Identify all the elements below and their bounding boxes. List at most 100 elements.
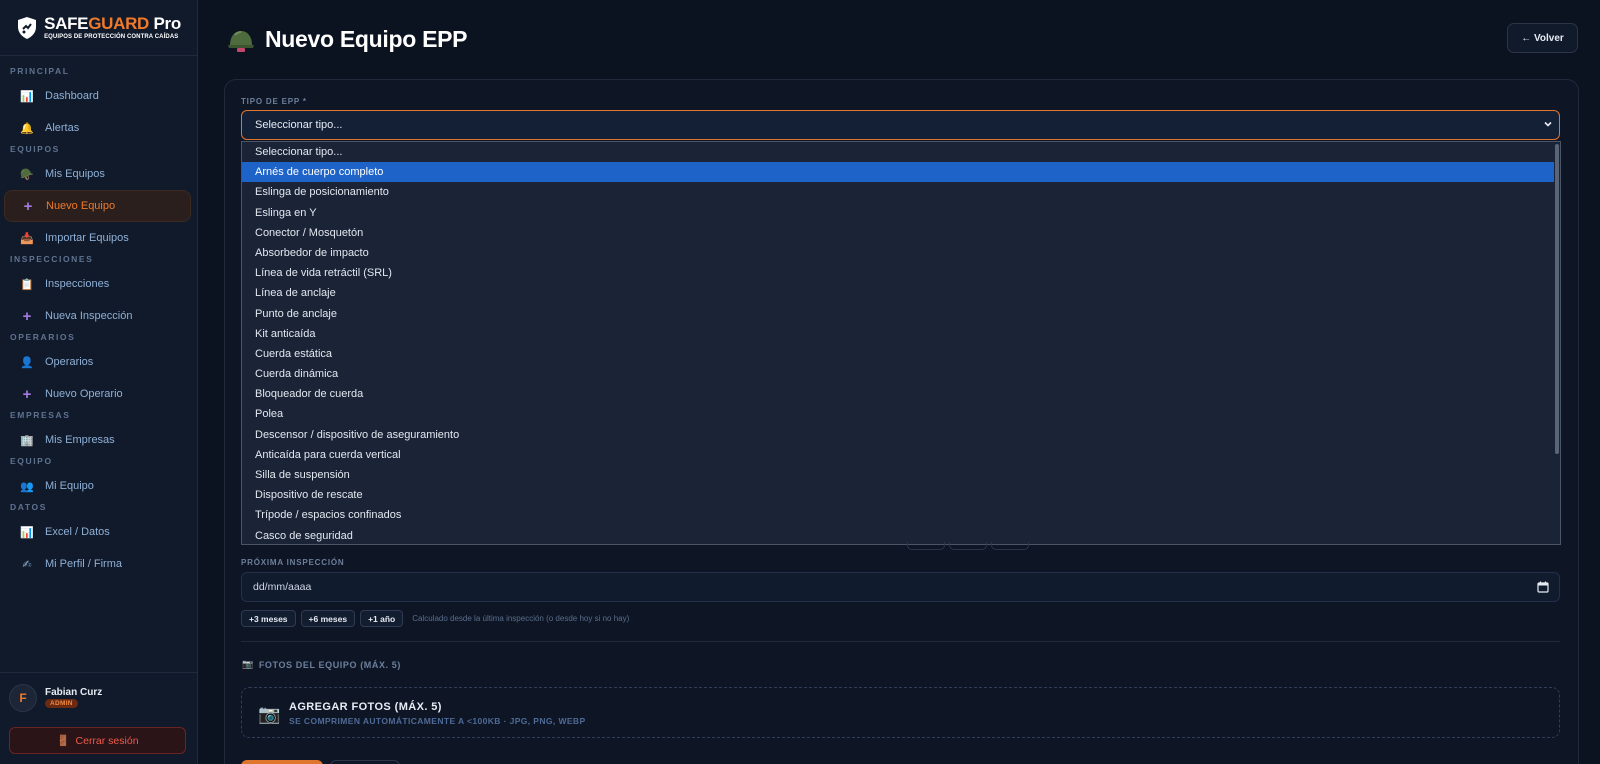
section-label: INSPECCIONES [10,254,94,264]
avatar[interactable]: F [9,684,37,712]
sidebar-item-nuevo-operario[interactable]: + Nuevo Operario [4,378,191,410]
sidebar-item-label: Mi Perfil / Firma [45,558,122,570]
section-label: OPERARIOS [10,332,76,342]
quick-date-buttons: +3 meses +6 meses +1 año Calculado desde la… [241,610,629,627]
sidebar-item-label: Mis Equipos [45,168,105,180]
type-dropdown-list[interactable]: Seleccionar tipo... Arnés de cuerpo compl… [241,141,1561,545]
submit-button-peek[interactable] [241,760,323,764]
sidebar-item-icon: 📋 [20,278,34,291]
page-title: Nuevo Equipo EPP [227,26,468,53]
sidebar-item-label: Operarios [45,356,94,368]
dropdown-option[interactable]: Línea de anclaje [242,283,1554,303]
sidebar-item-dashboard[interactable]: 📊 Dashboard [4,80,191,112]
type-select[interactable]: Seleccionar tipo... [241,110,1560,140]
brand-logo[interactable]: SAFEGUARD Pro EQUIPOS DE PROTECCIÓN CONT… [0,0,197,56]
sidebar-item-nueva-inspecci-n[interactable]: + Nueva Inspección [4,300,191,332]
camera-small-icon: 📷 [242,659,254,669]
sidebar-item-icon: + [23,197,33,215]
next-inspection-date-input[interactable]: dd/mm/aaaa [241,572,1560,602]
sidebar-item-excel-datos[interactable]: 📊 Excel / Datos [4,516,191,548]
camera-icon: 📷 [258,704,281,724]
dropzone-title: AGREGAR FOTOS (MÁX. 5) [289,701,442,713]
dropdown-option[interactable]: Descensor / dispositivo de aseguramiento [242,425,1554,445]
sidebar-item-mi-perfil-firma[interactable]: ✍ Mi Perfil / Firma [4,548,191,580]
dropdown-option[interactable]: Anticaída para cuerda vertical [242,445,1554,465]
date-placeholder: dd/mm/aaaa [253,581,312,593]
helmet-icon [228,30,254,52]
type-select-value: Seleccionar tipo... [255,119,343,131]
dropdown-option[interactable]: Seleccionar tipo... [242,142,1554,162]
hidden-buttons-peek [907,542,1029,550]
quick-date-button[interactable]: +6 meses [300,610,356,627]
sidebar-item-mi-equipo[interactable]: 👥 Mi Equipo [4,470,191,502]
section-label: EQUIPO [10,456,53,466]
scrollbar-thumb[interactable] [1555,144,1559,454]
sidebar-item-inspecciones[interactable]: 📋 Inspecciones [4,268,191,300]
dropdown-option[interactable]: Arnés de cuerpo completo [242,162,1554,183]
sidebar-item-icon: 🪖 [20,168,34,181]
dropdown-option[interactable]: Punto de anclaje [242,304,1554,324]
dropzone-subtitle: SE COMPRIMEN AUTOMÁTICAMENTE A <100KB · … [289,716,586,726]
calendar-icon[interactable] [1537,581,1549,593]
dropdown-option[interactable]: Bloqueador de cuerda [242,384,1554,404]
sidebar-item-label: Excel / Datos [45,526,110,538]
chevron-down-icon [1544,121,1552,127]
dropdown-scrollbar[interactable] [1554,142,1560,544]
dropdown-option[interactable]: Polea [242,404,1554,424]
sidebar-item-icon: 📊 [20,90,34,103]
dropdown-option[interactable]: Kit anticaída [242,324,1554,344]
sidebar-item-operarios[interactable]: 👤 Operarios [4,346,191,378]
sidebar-item-label: Mis Empresas [45,434,115,446]
type-label: TIPO DE EPP * [241,97,307,106]
back-button[interactable]: ← Volver [1507,23,1578,53]
sidebar-item-label: Dashboard [45,90,99,102]
sidebar-item-icon: + [22,307,32,325]
sidebar-nav: PRINCIPAL 📊 Dashboard 🔔 Alertas EQUIPOS 🪖 Mis E… [0,56,197,580]
quick-date-button[interactable]: +3 meses [241,610,296,627]
dropdown-option[interactable]: Trípode / espacios confinados [242,505,1554,525]
sidebar-item-mis-empresas[interactable]: 🏢 Mis Empresas [4,424,191,456]
section-label: DATOS [10,502,47,512]
sidebar-item-icon: ✍ [22,558,32,571]
sidebar: SAFEGUARD Pro EQUIPOS DE PROTECCIÓN CONT… [0,0,198,764]
section-label: EQUIPOS [10,144,60,154]
sidebar-item-label: Alertas [45,122,80,134]
sidebar-item-alertas[interactable]: 🔔 Alertas [4,112,191,144]
sidebar-item-icon: 🏢 [20,434,34,447]
user-name: Fabian Curz [45,687,103,698]
dropdown-option[interactable]: Línea de vida retráctil (SRL) [242,263,1554,283]
dropdown-option[interactable]: Absorbedor de impacto [242,243,1554,263]
sidebar-item-icon: 📥 [20,232,34,245]
door-icon: 🚪 [56,735,70,747]
section-label: EMPRESAS [10,410,71,420]
sidebar-item-importar-equipos[interactable]: 📥 Importar Equipos [4,222,191,254]
sidebar-item-icon: + [22,385,32,403]
dropdown-option[interactable]: Casco de seguridad [242,526,1554,546]
sidebar-item-icon: 🔔 [20,122,34,135]
sidebar-item-label: Inspecciones [45,278,110,290]
dropdown-option[interactable]: Cuerda estática [242,344,1554,364]
cancel-button-peek[interactable] [330,760,400,764]
sidebar-item-icon: 📊 [20,526,34,539]
quick-date-button[interactable]: +1 año [360,610,404,627]
user-panel: F Fabian Curz ADMIN 🚪 Cerrar sesión [0,672,198,764]
brand-name: SAFEGUARD Pro [44,14,181,33]
sidebar-item-nuevo-equipo[interactable]: + Nuevo Equipo [4,190,191,222]
quick-date-note: Calculado desde la última inspección (o … [412,614,630,623]
dropdown-option[interactable]: Cuerda dinámica [242,364,1554,384]
sidebar-item-icon: 👤 [20,356,34,369]
sidebar-item-label: Nuevo Operario [45,388,123,400]
sidebar-item-mis-equipos[interactable]: 🪖 Mis Equipos [4,158,191,190]
section-label: PRINCIPAL [10,66,70,76]
dropdown-option[interactable]: Silla de suspensión [242,465,1554,485]
dropdown-option[interactable]: Eslinga en Y [242,203,1554,223]
dropdown-option[interactable]: Dispositivo de rescate [242,485,1554,505]
dropdown-option[interactable]: Eslinga de posicionamiento [242,182,1554,202]
page-title-text: Nuevo Equipo EPP [265,26,468,52]
dropdown-option[interactable]: Conector / Mosquetón [242,223,1554,243]
next-inspection-label: PRÓXIMA INSPECCIÓN [241,558,345,567]
shield-logo-icon [18,16,37,39]
logout-button[interactable]: 🚪 Cerrar sesión [9,727,186,754]
brand-tagline: EQUIPOS DE PROTECCIÓN CONTRA CAÍDAS [44,34,179,40]
photo-dropzone[interactable]: 📷 AGREGAR FOTOS (MÁX. 5) SE COMPRIMEN AU… [241,687,1560,738]
